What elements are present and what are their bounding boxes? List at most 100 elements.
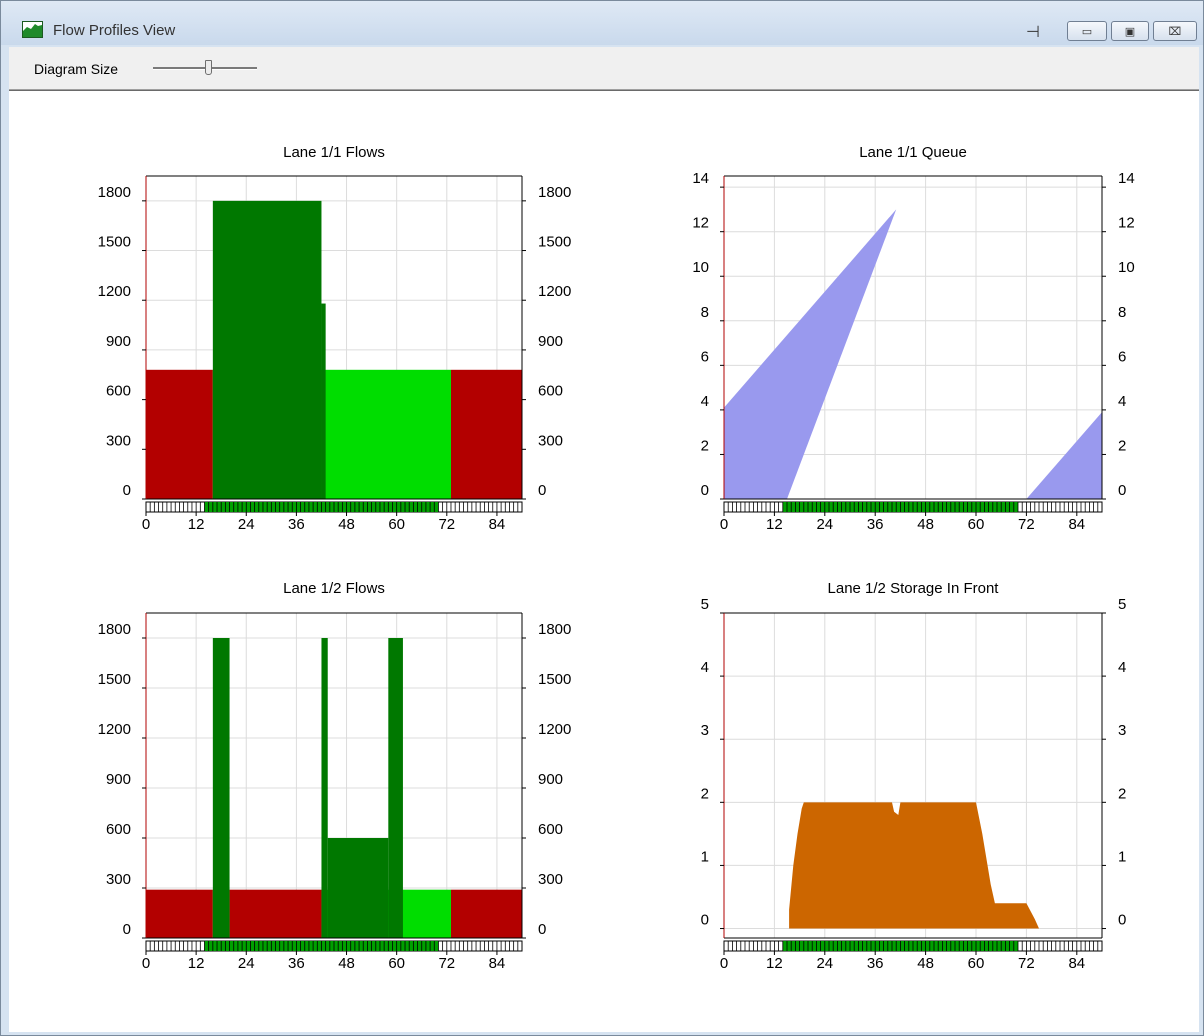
x-tick-label: 84	[1068, 516, 1085, 533]
x-tick-label: 36	[867, 516, 884, 533]
flow-bar	[388, 638, 403, 938]
flow-bar	[327, 838, 389, 938]
toolbar: Diagram Size	[9, 47, 1199, 90]
x-tick-label: 60	[968, 955, 985, 972]
x-tick-label: 48	[917, 955, 934, 972]
y-tick-label-left: 12	[692, 215, 709, 232]
y-tick-label-left: 6	[701, 348, 709, 365]
x-tick-label: 12	[188, 955, 205, 972]
x-tick-label: 84	[489, 516, 506, 533]
flow-bar	[321, 638, 328, 938]
x-tick-label: 72	[438, 516, 455, 533]
flow-profiles-diagram: Lane 1/1 Flows0 0300 300600 600900 9001200 12…	[98, 144, 1135, 972]
window-title: Flow Profiles View	[53, 22, 176, 39]
y-tick-label-right: 0	[538, 482, 546, 499]
pin-button[interactable]: ⊣	[1019, 21, 1047, 41]
x-tick-label: 12	[766, 516, 783, 533]
flow-bar	[229, 889, 322, 938]
y-tick-label-right: 6	[1118, 348, 1126, 365]
x-tick-label: 36	[867, 955, 884, 972]
x-tick-label: 60	[388, 955, 405, 972]
y-tick-label-left: 1500	[98, 671, 131, 688]
chart-title: Lane 1/1 Flows	[283, 144, 385, 161]
y-tick-label-left: 4	[701, 659, 709, 676]
chart-4: Lane 1/2 Storage In Front0 01 12 23 34 45 50 12…	[701, 580, 1127, 972]
queue-area	[1026, 412, 1102, 499]
y-tick-label-right: 1500	[538, 671, 571, 688]
y-tick-label-left: 300	[106, 432, 131, 449]
maximize-button[interactable]: ▣	[1111, 21, 1149, 41]
x-tick-label: 0	[720, 516, 728, 533]
y-tick-label-left: 1800	[98, 621, 131, 638]
y-tick-label-right: 300	[538, 432, 563, 449]
y-tick-label-right: 10	[1118, 259, 1135, 276]
x-tick-label: 12	[766, 955, 783, 972]
title-bar[interactable]: Flow Profiles View ⊣ ▭ ▣ ⌧	[1, 1, 1203, 45]
y-tick-label-left: 1	[701, 848, 709, 865]
x-tick-label: 36	[288, 516, 305, 533]
y-tick-label-left: 5	[701, 596, 709, 613]
y-tick-label-right: 600	[538, 821, 563, 838]
y-tick-label-left: 14	[692, 170, 709, 187]
y-tick-label-left: 0	[123, 482, 131, 499]
maximize-icon: ▣	[1124, 24, 1136, 38]
y-tick-label-right: 1200	[538, 721, 571, 738]
x-tick-label: 24	[238, 955, 255, 972]
flow-bar	[450, 369, 522, 499]
y-tick-label-left: 0	[123, 921, 131, 938]
y-tick-label-left: 2	[701, 785, 709, 802]
x-tick-label: 84	[1068, 955, 1085, 972]
y-tick-label-left: 1200	[98, 721, 131, 738]
y-tick-label-left: 8	[701, 304, 709, 321]
diagram-size-slider-thumb[interactable]	[205, 60, 212, 75]
chart-title: Lane 1/2 Storage In Front	[828, 580, 1000, 597]
x-tick-label: 84	[489, 955, 506, 972]
y-tick-label-left: 600	[106, 821, 131, 838]
minimize-button[interactable]: ▭	[1067, 21, 1107, 41]
flow-bar	[146, 889, 213, 938]
x-tick-label: 24	[816, 955, 833, 972]
x-tick-label: 72	[1018, 955, 1035, 972]
x-tick-label: 60	[388, 516, 405, 533]
y-tick-label-left: 10	[692, 259, 709, 276]
close-button[interactable]: ⌧	[1153, 21, 1197, 41]
x-tick-label: 48	[338, 516, 355, 533]
y-tick-label-right: 3	[1118, 722, 1126, 739]
y-tick-label-right: 4	[1118, 393, 1126, 410]
y-tick-label-right: 0	[1118, 912, 1126, 929]
x-tick-label: 24	[816, 516, 833, 533]
y-tick-label-left: 900	[106, 333, 131, 350]
flow-bar	[212, 638, 230, 938]
y-tick-label-right: 600	[538, 383, 563, 400]
app-window: Flow Profiles View ⊣ ▭ ▣ ⌧ Diagram Size …	[0, 0, 1204, 1036]
chart-title: Lane 1/1 Queue	[859, 144, 967, 161]
y-tick-label-right: 8	[1118, 304, 1126, 321]
y-tick-label-left: 1500	[98, 234, 131, 251]
y-tick-label-right: 1800	[538, 184, 571, 201]
y-tick-label-left: 0	[701, 482, 709, 499]
y-tick-label-left: 900	[106, 771, 131, 788]
y-tick-label-right: 4	[1118, 659, 1126, 676]
pin-icon: ⊣	[1026, 21, 1040, 41]
y-tick-label-right: 900	[538, 333, 563, 350]
x-tick-label: 12	[188, 516, 205, 533]
x-tick-label: 72	[1018, 516, 1035, 533]
x-tick-label: 24	[238, 516, 255, 533]
flow-bar	[321, 303, 326, 499]
y-tick-label-left: 0	[701, 912, 709, 929]
x-tick-label: 48	[338, 955, 355, 972]
queue-area	[724, 209, 897, 499]
y-tick-label-right: 300	[538, 871, 563, 888]
y-tick-label-right: 1800	[538, 621, 571, 638]
flow-bar	[450, 889, 522, 938]
y-tick-label-right: 12	[1118, 215, 1135, 232]
y-tick-label-right: 5	[1118, 596, 1126, 613]
x-tick-label: 48	[917, 516, 934, 533]
chart-3: Lane 1/2 Flows0 0300 300600 600900 9001200 12…	[98, 580, 572, 972]
y-tick-label-right: 2	[1118, 437, 1126, 454]
y-tick-label-right: 900	[538, 771, 563, 788]
diagram-size-label: Diagram Size	[34, 61, 119, 77]
x-tick-label: 0	[142, 955, 150, 972]
y-tick-label-left: 600	[106, 383, 131, 400]
x-tick-label: 72	[438, 955, 455, 972]
